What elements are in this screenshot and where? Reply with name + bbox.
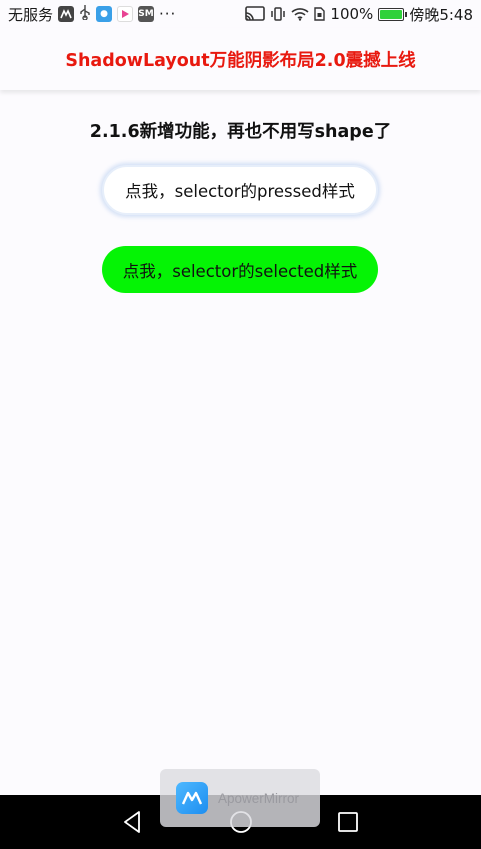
status-bar-left: 无服务 ● SM ··· bbox=[8, 4, 176, 25]
app-icon-assistant: ● bbox=[96, 6, 113, 22]
app-icon-video bbox=[117, 6, 134, 22]
clock: 傍晚5:48 bbox=[409, 5, 473, 24]
battery-icon bbox=[378, 7, 408, 21]
toolbar: ShadowLayout万能阴影布局2.0震撼上线 bbox=[0, 28, 481, 90]
recents-icon[interactable] bbox=[336, 809, 360, 839]
app-icon-shop: SM bbox=[138, 6, 155, 22]
selected-style-button-label: 点我，selector的selected样式 bbox=[122, 261, 358, 281]
pressed-style-button[interactable]: 点我，selector的pressed样式 bbox=[102, 165, 378, 215]
app-icon-mirror bbox=[58, 6, 75, 22]
apowermirror-overlay[interactable]: ApowerMirror bbox=[160, 769, 320, 827]
vibrate-icon bbox=[270, 6, 286, 22]
selected-style-button[interactable]: 点我，selector的selected样式 bbox=[102, 246, 378, 293]
battery-fill bbox=[380, 9, 403, 19]
cast-icon bbox=[245, 6, 266, 22]
status-bar: 无服务 ● SM ··· 100% 傍晚5:48 bbox=[0, 0, 481, 28]
overflow-indicator: ··· bbox=[159, 5, 177, 23]
apowermirror-logo-icon bbox=[176, 782, 208, 814]
status-bar-right: 100% 傍晚5:48 bbox=[245, 4, 473, 25]
wifi-icon bbox=[291, 7, 309, 21]
carrier-label: 无服务 bbox=[8, 5, 54, 24]
sim-icon bbox=[314, 7, 326, 21]
toolbar-title: ShadowLayout万能阴影布局2.0震撼上线 bbox=[65, 50, 416, 71]
usb-icon bbox=[79, 4, 91, 24]
battery-percent: 100% bbox=[330, 5, 374, 23]
section-heading: 2.1.6新增功能，再也不用写shape了 bbox=[89, 122, 392, 142]
back-icon[interactable] bbox=[120, 809, 146, 839]
apowermirror-label: ApowerMirror bbox=[218, 790, 300, 806]
pressed-style-button-label: 点我，selector的pressed样式 bbox=[125, 182, 355, 201]
